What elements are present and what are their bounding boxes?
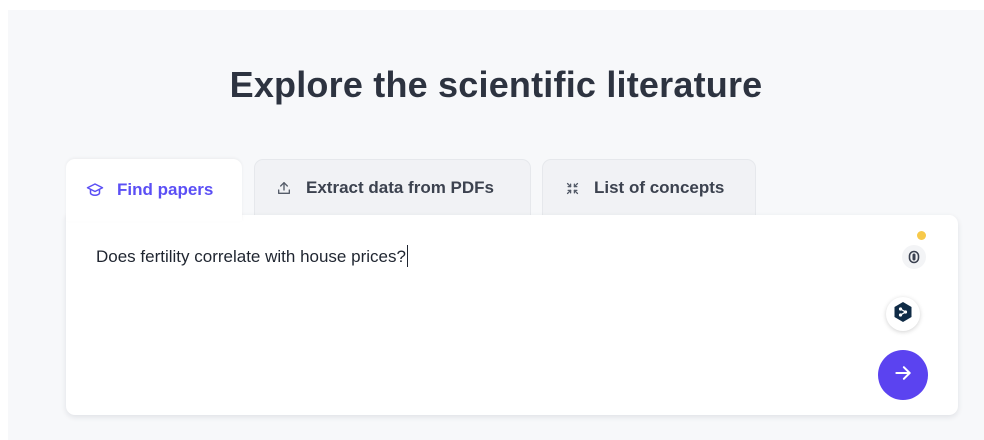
text-caret bbox=[406, 245, 409, 267]
search-input-value: Does fertility correlate with house pric… bbox=[96, 247, 406, 266]
deepl-icon bbox=[893, 301, 913, 328]
collapse-arrows-icon bbox=[563, 179, 581, 197]
extension-icon[interactable] bbox=[902, 245, 926, 269]
search-input[interactable]: Does fertility correlate with house pric… bbox=[96, 245, 409, 267]
tab-find-papers[interactable]: Find papers bbox=[66, 159, 242, 221]
tab-label: List of concepts bbox=[594, 178, 725, 197]
tab-list-concepts[interactable]: List of concepts bbox=[542, 159, 756, 216]
tab-extract-data[interactable]: Extract data from PDFs bbox=[254, 159, 531, 216]
page-title: Explore the scientific literature bbox=[229, 64, 763, 105]
arrow-right-icon bbox=[893, 363, 913, 388]
notification-dot bbox=[917, 231, 926, 240]
upload-icon bbox=[275, 179, 293, 197]
deepl-button[interactable] bbox=[886, 297, 920, 331]
search-card: Does fertility correlate with house pric… bbox=[66, 215, 958, 415]
tab-label: Extract data from PDFs bbox=[306, 178, 494, 197]
submit-button[interactable] bbox=[878, 350, 928, 400]
tab-label: Find papers bbox=[117, 180, 214, 199]
page-background: Explore the scientific literature Find p… bbox=[8, 10, 984, 440]
graduation-cap-icon bbox=[86, 181, 104, 199]
